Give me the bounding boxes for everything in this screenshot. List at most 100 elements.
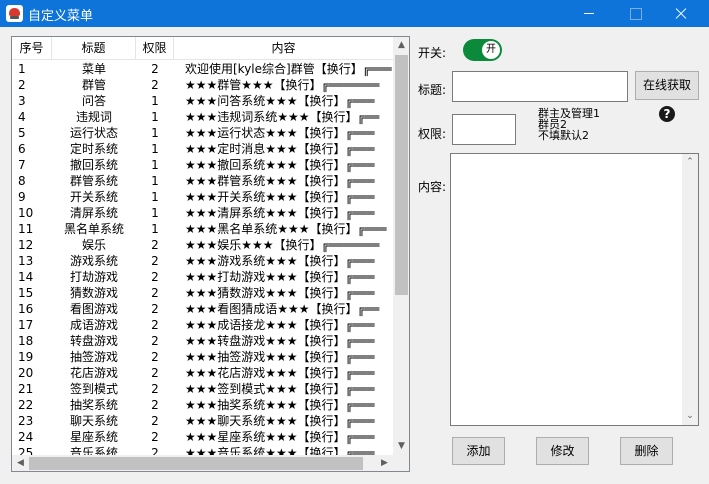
cell-permission: 1 (151, 222, 159, 236)
horizontal-scrollbar[interactable]: ◀ ▶ (12, 455, 393, 471)
cell-title: 游戏系统 (69, 254, 118, 268)
table-row[interactable]: 11 黑名单系统 1 ★★★黑名单系统★★★【换行】╔═══ (12, 221, 393, 237)
close-icon[interactable] (658, 0, 704, 27)
cell-content: ★★★黑名单系统★★★【换行】╔═══ (185, 222, 387, 236)
cell-content: ★★★开关系统★★★【换行】╔═══ (185, 190, 375, 204)
cell-index: 17 (18, 318, 34, 332)
cell-title: 娱乐 (81, 238, 106, 252)
minimize-icon[interactable] (566, 0, 612, 27)
chevron-down-icon[interactable]: ⌄ (682, 408, 698, 425)
cell-content: 欢迎使用[kyle综合]群管【换行】╔═══ (185, 62, 392, 76)
cell-permission: 2 (151, 414, 159, 428)
vertical-scrollbar[interactable]: ▲ ▼ (393, 37, 409, 455)
table-row[interactable]: 25 音乐系统 2 ★★★音乐系统★★★【换行】╔═══ (12, 445, 393, 455)
table-row[interactable]: 22 抽奖系统 2 ★★★抽奖系统★★★【换行】╔═══ (12, 397, 393, 413)
table-row[interactable]: 15 猜数游戏 2 ★★★猜数游戏★★★【换行】╔═══ (12, 285, 393, 301)
cell-title: 问答 (81, 94, 106, 108)
scroll-right-icon[interactable]: ▶ (376, 455, 393, 471)
table-row[interactable]: 6 定时系统 1 ★★★定时消息★★★【换行】╔═══ (12, 141, 393, 157)
table-row[interactable]: 13 游戏系统 2 ★★★游戏系统★★★【换行】╔═══ (12, 253, 393, 269)
cell-content: ★★★违规词系统★★★【换行】╔══ (185, 110, 380, 124)
cell-permission: 2 (151, 254, 159, 268)
scroll-up-icon[interactable]: ▲ (393, 37, 409, 54)
cell-permission: 2 (151, 270, 159, 284)
table-row[interactable]: 9 开关系统 1 ★★★开关系统★★★【换行】╔═══ (12, 189, 393, 205)
cell-index: 12 (18, 238, 34, 252)
table-row[interactable]: 8 群管系统 1 ★★★群管系统★★★【换行】╔═══ (12, 173, 393, 189)
column-header-content[interactable]: 内容 (174, 37, 393, 60)
cell-content: ★★★猜数游戏★★★【换行】╔═══ (185, 286, 375, 300)
cell-content: ★★★运行状态★★★【换行】╔═══ (185, 126, 375, 140)
horizontal-scroll-thumb[interactable] (29, 457, 363, 470)
cell-permission: 1 (151, 142, 159, 156)
cell-index: 20 (18, 366, 34, 380)
table-row[interactable]: 10 清屏系统 1 ★★★清屏系统★★★【换行】╔═══ (12, 205, 393, 221)
table-row[interactable]: 4 违规词 1 ★★★违规词系统★★★【换行】╔══ (12, 109, 393, 125)
menu-list[interactable]: 序号 标题 权限 内容 1 菜单 2 欢迎使用[kyle综合]群管【换行】╔═══ 2 群… (11, 36, 410, 472)
cell-content: ★★★音乐系统★★★【换行】╔═══ (185, 446, 375, 455)
help-icon[interactable]: ? (659, 106, 675, 122)
cell-title: 猜数游戏 (69, 286, 118, 300)
table-row[interactable]: 20 花店游戏 2 ★★★花店游戏★★★【换行】╔═══ (12, 365, 393, 381)
table-row[interactable]: 1 菜单 2 欢迎使用[kyle综合]群管【换行】╔═══ (12, 61, 393, 77)
edit-button[interactable]: 修改 (536, 437, 589, 465)
cell-index: 25 (18, 446, 34, 455)
title-bar[interactable]: 自定义菜单 (0, 0, 709, 27)
table-row[interactable]: 24 星座系统 2 ★★★星座系统★★★【换行】╔═══ (12, 429, 393, 445)
maximize-icon[interactable] (612, 0, 658, 27)
scroll-down-icon[interactable]: ▼ (393, 438, 409, 455)
table-row[interactable]: 19 抽签游戏 2 ★★★抽签游戏★★★【换行】╔═══ (12, 349, 393, 365)
content-textarea[interactable]: ⌃ ⌄ (450, 153, 699, 426)
table-row[interactable]: 17 成语游戏 2 ★★★成语接龙★★★【换行】╔═══ (12, 317, 393, 333)
table-row[interactable]: 12 娱乐 2 ★★★娱乐★★★【换行】╔═══════ (12, 237, 393, 253)
cell-permission: 2 (151, 78, 159, 92)
table-row[interactable]: 2 群管 2 ★★★群管★★★【换行】╔═══════ (12, 77, 393, 93)
cell-content: ★★★看图猜成语★★★【换行】╔══ (185, 302, 380, 316)
cell-permission: 2 (151, 62, 159, 76)
add-button[interactable]: 添加 (452, 437, 505, 465)
cell-content: ★★★撤回系统★★★【换行】╔═══ (185, 158, 375, 172)
content-label: 内容: (418, 180, 447, 194)
switch-knob: 开 (482, 41, 500, 59)
cell-permission: 1 (151, 126, 159, 140)
table-row[interactable]: 23 聊天系统 2 ★★★聊天系统★★★【换行】╔═══ (12, 413, 393, 429)
scroll-corner (393, 455, 409, 471)
table-row[interactable]: 7 撤回系统 1 ★★★撤回系统★★★【换行】╔═══ (12, 157, 393, 173)
table-row[interactable]: 16 看图游戏 2 ★★★看图猜成语★★★【换行】╔══ (12, 301, 393, 317)
cell-index: 4 (18, 110, 26, 124)
cell-content: ★★★聊天系统★★★【换行】╔═══ (185, 414, 375, 428)
cell-index: 5 (18, 126, 26, 140)
cell-content: ★★★打劫游戏★★★【换行】╔═══ (185, 270, 375, 284)
cell-index: 24 (18, 430, 34, 444)
table-row[interactable]: 3 问答 1 ★★★问答系统★★★【换行】╔═══ (12, 93, 393, 109)
chevron-up-icon[interactable]: ⌃ (682, 154, 698, 171)
scroll-left-icon[interactable]: ◀ (12, 455, 29, 471)
cell-title: 菜单 (81, 62, 106, 76)
cell-content: ★★★群管系统★★★【换行】╔═══ (185, 174, 375, 188)
cell-title: 星座系统 (69, 430, 118, 444)
table-row[interactable]: 21 签到模式 2 ★★★签到模式★★★【换行】╔═══ (12, 381, 393, 397)
cell-index: 1 (18, 62, 26, 76)
column-header-title[interactable]: 标题 (52, 37, 136, 60)
cell-title: 抽奖系统 (69, 398, 118, 412)
cell-title: 抽签游戏 (69, 350, 118, 364)
enable-switch[interactable]: 开 (463, 39, 502, 61)
cell-index: 2 (18, 78, 26, 92)
column-header-index[interactable]: 序号 (12, 37, 52, 60)
title-input[interactable] (452, 71, 628, 102)
table-row[interactable]: 14 打劫游戏 2 ★★★打劫游戏★★★【换行】╔═══ (12, 269, 393, 285)
table-row[interactable]: 18 转盘游戏 2 ★★★转盘游戏★★★【换行】╔═══ (12, 333, 393, 349)
cell-index: 21 (18, 382, 34, 396)
cell-title: 群管 (81, 78, 106, 92)
content-scrollbar[interactable]: ⌃ ⌄ (682, 154, 698, 425)
cell-title: 转盘游戏 (69, 334, 118, 348)
table-row[interactable]: 5 运行状态 1 ★★★运行状态★★★【换行】╔═══ (12, 125, 393, 141)
column-header-permission[interactable]: 权限 (136, 37, 174, 60)
fetch-online-button[interactable]: 在线获取 (635, 71, 699, 100)
permission-input[interactable] (452, 114, 516, 145)
cell-permission: 2 (151, 238, 159, 252)
cell-permission: 1 (151, 158, 159, 172)
delete-button[interactable]: 删除 (620, 437, 673, 465)
vertical-scroll-thumb[interactable] (395, 55, 408, 295)
cell-title: 聊天系统 (69, 414, 118, 428)
